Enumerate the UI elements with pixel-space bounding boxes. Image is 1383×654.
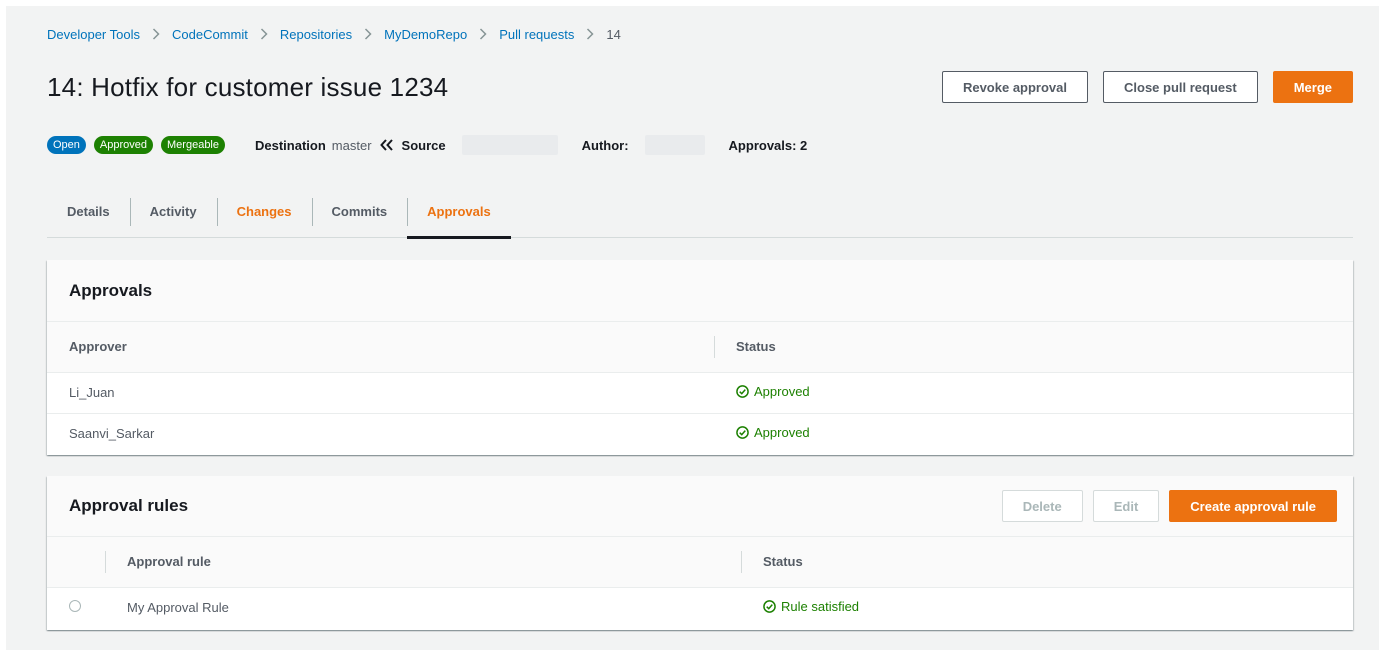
approval-rules-panel-title: Approval rules (69, 496, 189, 515)
breadcrumb-pull-requests[interactable]: Pull requests (499, 27, 574, 42)
page-title: 14: Hotfix for customer issue 1234 (47, 72, 449, 102)
approval-status: Approved (714, 413, 1353, 454)
rule-status: Rule satisfied (741, 587, 1353, 628)
close-pull-request-button[interactable]: Close pull request (1103, 71, 1258, 103)
approvals-count: Approvals: 2 (728, 137, 808, 153)
table-row: Saanvi_Sarkar Approved (47, 413, 1353, 454)
breadcrumb: Developer Tools CodeCommit Repositories … (47, 24, 621, 44)
tab-bar: Details Activity Changes Commits Approva… (47, 186, 1353, 239)
column-header-status[interactable]: Status (714, 322, 1353, 373)
check-circle-icon (736, 385, 749, 398)
status-badge-mergeable: Mergeable (161, 136, 225, 154)
status-badge-approved: Approved (93, 136, 154, 154)
chevron-right-icon (152, 28, 160, 40)
tab-activity[interactable]: Activity (129, 186, 217, 238)
table-row: My Approval Rule Rule satisfied (47, 587, 1353, 628)
destination-label: Destination (255, 137, 326, 153)
table-row: Li_Juan Approved (47, 372, 1353, 414)
approver-name: Li_Juan (47, 372, 714, 414)
chevron-right-icon (586, 28, 594, 40)
merge-button[interactable]: Merge (1272, 71, 1353, 103)
rule-select-cell (47, 587, 105, 628)
approver-name: Saanvi_Sarkar (69, 426, 155, 442)
page: Developer Tools CodeCommit Repositories … (6, 6, 1379, 650)
approvals-panel: Approvals Approver Status Li_Juan Approv… (47, 260, 1353, 455)
approval-status: Approved (714, 372, 1353, 414)
delete-rule-button[interactable]: Delete (1001, 490, 1083, 522)
status-badge-open: Open (47, 136, 86, 154)
breadcrumb-developer-tools[interactable]: Developer Tools (47, 27, 140, 42)
approval-rules-table: Approval rule Status My Approval Rule Ru… (47, 537, 1353, 628)
double-chevron-left-icon (379, 139, 394, 151)
tab-approvals[interactable]: Approvals (407, 186, 511, 239)
author-redacted (644, 135, 705, 155)
approval-rules-panel: Approval rules Delete Edit Create approv… (47, 476, 1353, 630)
approvals-table: Approver Status Li_Juan Approved Saanvi_… (47, 322, 1353, 454)
chevron-right-icon (364, 28, 372, 40)
rule-select-radio[interactable] (69, 600, 81, 613)
source-label: Source (401, 137, 446, 153)
column-header-select (47, 537, 105, 588)
approval-rules-panel-header: Approval rules Delete Edit Create approv… (47, 476, 1353, 537)
column-header-rule-status[interactable]: Status (741, 537, 1353, 588)
pull-request-meta: Open Approved Mergeable Destination mast… (47, 134, 813, 156)
approval-rule-actions: Delete Edit Create approval rule (1001, 490, 1337, 522)
check-circle-icon (763, 600, 776, 614)
approvals-panel-title: Approvals (47, 260, 1353, 322)
status-text: Approved (754, 425, 810, 441)
column-header-approver[interactable]: Approver (47, 322, 714, 373)
tab-changes[interactable]: Changes (216, 186, 312, 238)
status-text: Rule satisfied (781, 599, 860, 615)
edit-rule-button[interactable]: Edit (1092, 490, 1160, 522)
tab-commits[interactable]: Commits (311, 186, 408, 238)
create-approval-rule-button[interactable]: Create approval rule (1169, 490, 1337, 522)
author-label: Author: (581, 137, 629, 153)
header-actions: Revoke approval Close pull request Merge (941, 71, 1353, 103)
revoke-approval-button[interactable]: Revoke approval (941, 71, 1088, 103)
check-circle-icon (736, 426, 749, 440)
status-text: Approved (754, 384, 810, 399)
chevron-right-icon (479, 28, 487, 40)
column-header-approval-rule[interactable]: Approval rule (105, 537, 741, 588)
breadcrumb-codecommit[interactable]: CodeCommit (172, 27, 248, 42)
breadcrumb-current: 14 (606, 26, 621, 42)
source-redacted (461, 135, 558, 155)
breadcrumb-mydemorepo[interactable]: MyDemoRepo (384, 27, 467, 42)
breadcrumb-repositories[interactable]: Repositories (280, 27, 352, 42)
destination-value: master (331, 137, 372, 153)
tab-details[interactable]: Details (47, 186, 130, 238)
chevron-right-icon (260, 28, 268, 40)
rule-name: My Approval Rule (127, 600, 229, 616)
